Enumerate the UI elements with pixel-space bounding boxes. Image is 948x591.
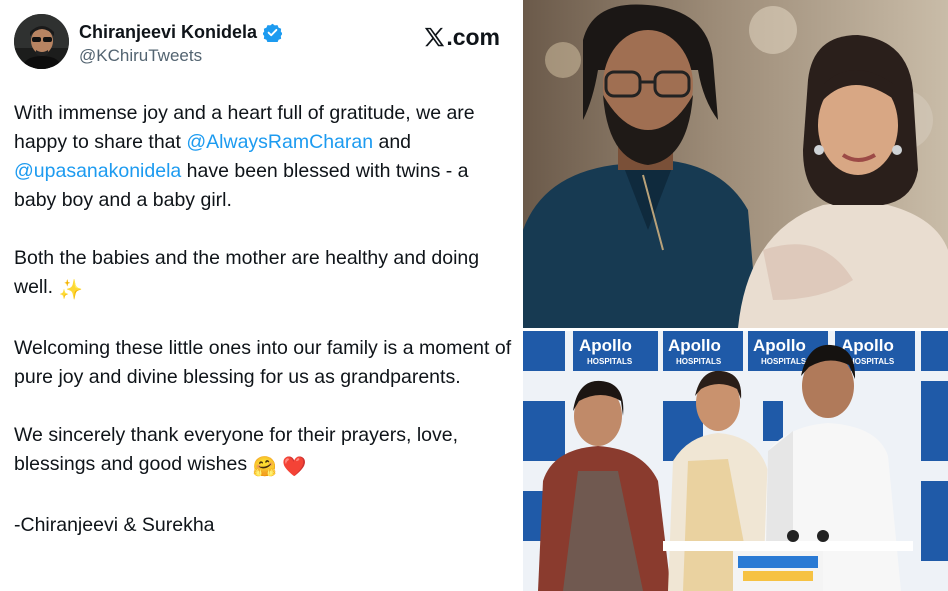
tweet-text: With immense joy and a heart full of gra…: [14, 99, 514, 569]
tweet-paragraph-1: With immense joy and a heart full of gra…: [14, 99, 514, 215]
apollo-subtitle-text: HOSPITALS: [676, 357, 722, 366]
mention-link-ramcharan[interactable]: @AlwaysRamCharan: [186, 131, 373, 153]
apollo-subtitle-text: HOSPITALS: [761, 357, 807, 366]
apollo-logo-text: Apollo: [668, 336, 721, 355]
press-conference-photo: Apollo HOSPITALS Apollo HOSPITALS Apollo…: [523, 331, 948, 591]
apollo-logo-text: Apollo: [579, 336, 632, 355]
apollo-logo-text: Apollo: [753, 336, 806, 355]
couple-photo-image: [523, 0, 948, 328]
verified-badge-icon: [263, 23, 283, 42]
x-logo-icon: [425, 27, 445, 47]
avatar-image: [14, 14, 69, 69]
tweet-text-segment: Both the babies and the mother are healt…: [14, 247, 480, 298]
tweet-paragraph-3: Welcoming these little ones into our fam…: [14, 337, 512, 388]
tweet-text-segment: We sincerely thank everyone for their pr…: [14, 424, 459, 475]
tweet-paragraph-2: Both the babies and the mother are healt…: [14, 244, 514, 305]
tweet-text-segment: and: [373, 131, 412, 153]
sparkles-emoji: ✨: [58, 279, 83, 301]
apollo-subtitle-text: HOSPITALS: [587, 357, 633, 366]
tweet-paragraph-4: We sincerely thank everyone for their pr…: [14, 421, 514, 482]
press-conference-image: Apollo HOSPITALS Apollo HOSPITALS Apollo…: [523, 331, 948, 591]
tweet-card: Chiranjeevi Konidela @KChiruTweets .com …: [0, 0, 520, 591]
handle[interactable]: @KChiruTweets: [79, 46, 202, 66]
display-name[interactable]: Chiranjeevi Konidela: [79, 22, 257, 43]
mention-link-upasana[interactable]: @upasanakonidela: [14, 160, 181, 182]
apollo-logo-text: Apollo: [841, 336, 894, 355]
avatar[interactable]: [14, 14, 69, 69]
tweet-header: Chiranjeevi Konidela @KChiruTweets .com: [14, 14, 508, 72]
tweet-signature: -Chiranjeevi & Surekha: [14, 514, 215, 536]
hugging-face-emoji: 🤗: [252, 456, 277, 478]
site-brand-text: .com: [446, 24, 500, 50]
apollo-subtitle-text: HOSPITALS: [849, 357, 895, 366]
couple-photo: [523, 0, 948, 328]
red-heart-emoji: ❤️: [282, 456, 307, 478]
site-brand[interactable]: .com: [424, 24, 500, 51]
